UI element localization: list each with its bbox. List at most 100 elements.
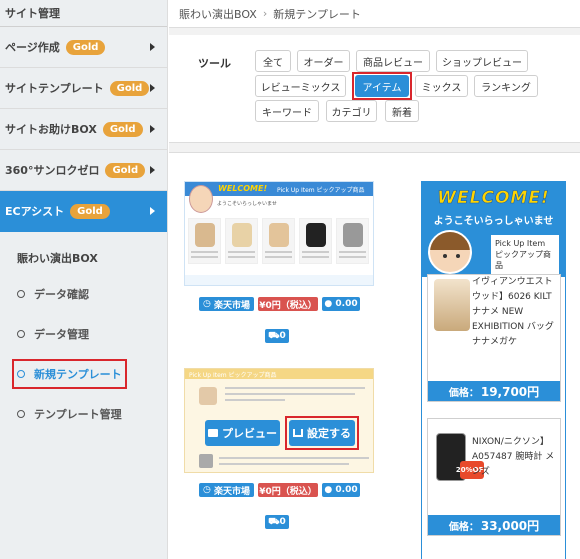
cart-icon: ⛟ (268, 330, 280, 341)
price-band: 価格： 33,000円 (428, 515, 560, 535)
sidebar-item-page-create[interactable]: ページ作成 Gold (0, 27, 167, 68)
clock-icon: ◷ (202, 485, 211, 495)
breadcrumb-parent[interactable]: 賑わい演出BOX (179, 6, 257, 22)
subnav-item-data-check[interactable]: データ確認 (0, 274, 167, 314)
sidebar-top-label: サイト管理 (5, 7, 60, 20)
sidebar-item-label: サイトテンプレート (5, 82, 104, 95)
sidebar-item-help-box[interactable]: サイトお助けBOX Gold (0, 109, 167, 150)
sidebar-item-site-template[interactable]: サイトテンプレート Gold (0, 68, 167, 109)
footer-band (185, 275, 373, 285)
circle-icon (17, 330, 25, 338)
speech-bubble-icon: ● (324, 299, 333, 309)
product-thumb (262, 218, 295, 264)
tool-button-new[interactable]: 新着 (385, 100, 419, 122)
main-area: 賑わい演出BOX › 新規テンプレート ツール 全て オーダー 商品レビュー シ… (169, 0, 580, 559)
preview-item-1[interactable]: イヴィアンウエストウッド】6026 KILT ナナメ NEW EXHIBITIO… (427, 274, 561, 402)
preview-header: WELCOME! ようこそいらっしゃいませ Pick Up Item ピックアッ… (422, 182, 565, 277)
preview-button[interactable]: プレビュー (205, 420, 280, 446)
source-label: 楽天市場 (213, 486, 250, 497)
caret-right-icon (150, 84, 155, 92)
price-label: 価格： (448, 387, 479, 399)
caret-right-icon (150, 166, 155, 174)
caret-right-icon (150, 207, 155, 215)
tool-button-order[interactable]: オーダー (297, 50, 350, 72)
banner-sub: Pick Up Item ピックアップ商品 (277, 187, 365, 194)
bag-photo (434, 279, 470, 331)
gold-badge: Gold (105, 162, 146, 178)
item-description: NIXON/ニクソン】A057487 腕時計 メンズ (472, 437, 555, 477)
price-value: 33,000円 (480, 518, 540, 533)
product-thumb (225, 218, 258, 264)
tool-button-product-review[interactable]: 商品レビュー (356, 50, 430, 72)
gold-badge: Gold (70, 203, 110, 219)
text-line (219, 463, 349, 465)
tool-button-all[interactable]: 全て (255, 50, 291, 72)
caret-right-icon (150, 125, 155, 133)
tool-button-review-mix[interactable]: レビューミックス (255, 75, 346, 97)
tool-button-mix[interactable]: ミックス (415, 75, 468, 97)
banner-title: WELCOME! (218, 184, 268, 193)
subnav-item-new-template[interactable]: 新規テンプレート (0, 354, 167, 394)
item-description: イヴィアンウエストウッド】6026 KILT ナナメ NEW EXHIBITIO… (472, 277, 554, 347)
rakuten-source-badge: ◷ 楽天市場 (199, 297, 254, 311)
text-line (225, 399, 285, 401)
banner: Pick Up Item ピックアップ商品 (185, 369, 373, 379)
subnav-title: 賑わい演出BOX (17, 252, 98, 265)
price-badge: ¥0円（税込） (258, 297, 318, 311)
sidebar-site-management[interactable]: サイト管理 (0, 0, 167, 27)
pickup-box: Pick Up Item ピックアップ商品 (490, 234, 560, 276)
tool-button-shop-review[interactable]: ショップレビュー (436, 50, 528, 72)
gold-badge: Gold (102, 121, 143, 137)
sidebar-item-360[interactable]: 360°サンロクゼロ Gold (0, 150, 167, 191)
breadcrumb-current: 新規テンプレート (273, 7, 361, 21)
cart-count: 0 (279, 517, 286, 527)
breadcrumb: 賑わい演出BOX › 新規テンプレート (169, 0, 580, 28)
highlight-outline (285, 416, 359, 450)
tool-button-item[interactable]: アイテム (352, 72, 412, 100)
sidebar-item-ec-assist[interactable]: ECアシスト Gold (0, 191, 167, 232)
subnav-item-template-manage[interactable]: テンプレート管理 (0, 394, 167, 434)
bag-thumb (199, 387, 217, 405)
circle-icon (17, 410, 25, 418)
preview-welcome: WELCOME! (437, 188, 550, 209)
banner: WELCOME! Pick Up Item ピックアップ商品 (185, 182, 373, 196)
breadcrumb-separator: › (262, 7, 268, 20)
product-thumb (336, 218, 369, 264)
external-link-icon (208, 429, 218, 437)
comment-count: 0.00 (335, 299, 358, 309)
cart-icon: ⛟ (268, 516, 280, 527)
pickup-jp: ピックアップ商品 (495, 250, 551, 270)
template-preview-panel: WELCOME! ようこそいらっしゃいませ Pick Up Item ピックアッ… (421, 181, 566, 559)
cart-count-badge: ⛟ 0 (265, 515, 289, 529)
template-thumbnail-1[interactable]: WELCOME! Pick Up Item ピックアップ商品 ようこそいらっしゃ… (184, 181, 374, 286)
comment-count-badge: ● 0.00 (322, 483, 360, 497)
product-thumb (188, 218, 221, 264)
comment-count-badge: ● 0.00 (322, 297, 360, 311)
rakuten-source-badge: ◷ 楽天市場 (199, 483, 254, 497)
highlight-outline (352, 72, 412, 100)
caret-right-icon (150, 43, 155, 51)
subnav-item-data-manage[interactable]: データ管理 (0, 314, 167, 354)
pickup-en: Pick Up Item (495, 239, 546, 248)
price-value: 19,700円 (480, 384, 540, 399)
price-band: 価格： 19,700円 (428, 381, 560, 401)
girl-avatar-icon (189, 185, 213, 213)
text-line (219, 457, 369, 459)
subnav-item-label: テンプレート管理 (34, 408, 122, 421)
set-button[interactable]: 設定する (285, 416, 359, 450)
tool-button-category[interactable]: カテゴリ (326, 100, 377, 122)
tool-button-keyword[interactable]: キーワード (255, 100, 319, 122)
tool-button-ranking[interactable]: ランキング (474, 75, 538, 97)
banner-title: Pick Up Item ピックアップ商品 (189, 372, 277, 379)
subnav-item-label: データ管理 (34, 328, 89, 341)
price-label: 価格： (448, 521, 479, 533)
girl-avatar-icon (428, 230, 472, 274)
preview-item-2[interactable]: 20%OFF NIXON/ニクソン】A057487 腕時計 メンズ 価格： 33,… (427, 418, 561, 536)
text-line (225, 393, 355, 395)
sidebar-item-label: ページ作成 (5, 41, 60, 54)
text-line (225, 387, 365, 389)
subnav-item-label: データ確認 (34, 288, 89, 301)
product-thumb (299, 218, 332, 264)
sidebar: サイト管理 ページ作成 Gold サイトテンプレート Gold サイトお助けBO… (0, 0, 168, 559)
speech-bubble-icon: ● (324, 485, 333, 495)
